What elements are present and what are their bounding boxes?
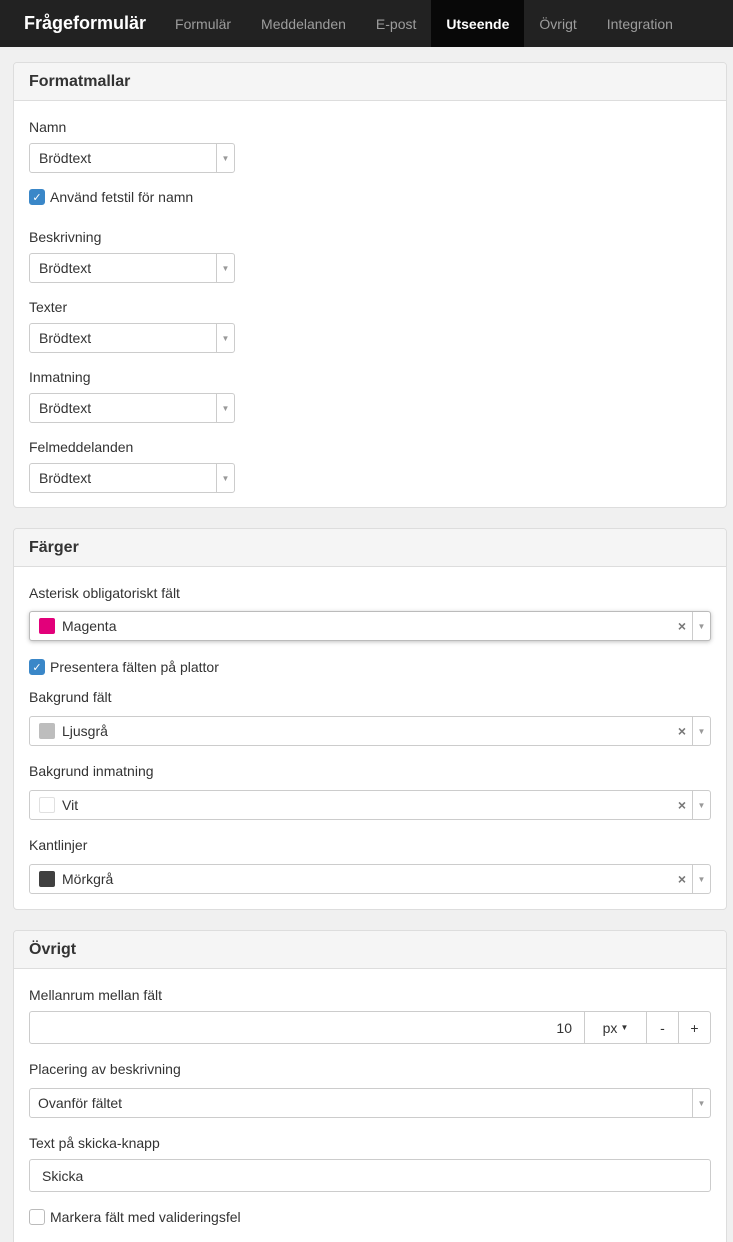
- inmatning-select-value: Brödtext: [39, 400, 92, 416]
- mellanrum-input[interactable]: 10: [29, 1011, 585, 1044]
- tab-meddelanden[interactable]: Meddelanden: [246, 0, 361, 47]
- color-swatch: [39, 723, 55, 739]
- bakgrund-inmatning-value: Vit: [62, 797, 79, 813]
- unit-dropdown[interactable]: px ▼: [585, 1011, 647, 1044]
- brand-title[interactable]: Frågeformulär: [0, 0, 160, 47]
- bold-name-checkbox[interactable]: ✓ Använd fetstil för namn: [29, 189, 193, 205]
- namn-label: Namn: [29, 119, 67, 135]
- checkbox-empty-icon: [29, 1209, 45, 1225]
- beskrivning-select-value: Brödtext: [39, 260, 92, 276]
- namn-select[interactable]: Brödtext ▼: [29, 143, 235, 173]
- beskrivning-label: Beskrivning: [29, 229, 102, 245]
- kantlinjer-select[interactable]: Mörkgrå × ▼: [29, 864, 711, 894]
- panel-farger: Färger Asterisk obligatoriskt fält Magen…: [13, 528, 727, 910]
- felmeddelanden-label: Felmeddelanden: [29, 439, 134, 455]
- bakgrund-falt-select[interactable]: Ljusgrå × ▼: [29, 716, 711, 746]
- namn-select-value: Brödtext: [39, 150, 92, 166]
- tab-epost[interactable]: E-post: [361, 0, 431, 47]
- clear-icon[interactable]: ×: [672, 618, 692, 634]
- asterisk-color-value: Magenta: [62, 618, 117, 634]
- tab-utseende[interactable]: Utseende: [431, 0, 525, 47]
- bakgrund-falt-label: Bakgrund fält: [29, 689, 112, 705]
- kantlinjer-label: Kantlinjer: [29, 837, 88, 853]
- bakgrund-inmatning-select[interactable]: Vit × ▼: [29, 790, 711, 820]
- caret-down-icon: ▼: [620, 1023, 629, 1032]
- panel-formatmallar: Formatmallar Namn Brödtext ▼ ✓ Använd fe…: [13, 62, 727, 508]
- top-navbar: Frågeformulär Formulär Meddelanden E-pos…: [0, 0, 733, 47]
- clear-icon[interactable]: ×: [672, 723, 692, 739]
- beskrivning-select[interactable]: Brödtext ▼: [29, 253, 235, 283]
- chevron-down-icon: ▼: [216, 394, 234, 422]
- chevron-down-icon: ▼: [216, 254, 234, 282]
- tab-integration[interactable]: Integration: [592, 0, 688, 47]
- chevron-down-icon: ▼: [692, 865, 710, 893]
- panel-title: Övrigt: [14, 931, 726, 969]
- inmatning-label: Inmatning: [29, 369, 91, 385]
- texter-label: Texter: [29, 299, 68, 315]
- bakgrund-falt-value: Ljusgrå: [62, 723, 108, 739]
- texter-select-value: Brödtext: [39, 330, 92, 346]
- decrement-button[interactable]: -: [647, 1011, 679, 1044]
- checkmark-icon: ✓: [29, 189, 45, 205]
- chevron-down-icon: ▼: [216, 464, 234, 492]
- placering-value: Ovanför fältet: [38, 1095, 123, 1111]
- plattor-checkbox[interactable]: ✓ Presentera fälten på plattor: [29, 659, 219, 675]
- plattor-label: Presentera fälten på plattor: [50, 659, 219, 675]
- chevron-down-icon: ▼: [692, 612, 710, 640]
- felmeddelanden-select-value: Brödtext: [39, 470, 92, 486]
- chevron-down-icon: ▼: [692, 1089, 710, 1117]
- placering-label: Placering av beskrivning: [29, 1061, 181, 1077]
- inmatning-select[interactable]: Brödtext ▼: [29, 393, 235, 423]
- clear-icon[interactable]: ×: [672, 871, 692, 887]
- panel-ovrigt: Övrigt Mellanrum mellan fält 10 px ▼ - + …: [13, 930, 727, 1242]
- placering-select[interactable]: Ovanför fältet ▼: [29, 1088, 711, 1118]
- increment-button[interactable]: +: [679, 1011, 711, 1044]
- tab-formular[interactable]: Formulär: [160, 0, 246, 47]
- asterisk-color-select[interactable]: Magenta × ▼: [29, 611, 711, 641]
- validering-checkbox[interactable]: Markera fält med valideringsfel: [29, 1209, 241, 1225]
- kantlinjer-value: Mörkgrå: [62, 871, 114, 887]
- validering-label: Markera fält med valideringsfel: [50, 1209, 241, 1225]
- color-swatch: [39, 797, 55, 813]
- skicka-label: Text på skicka-knapp: [29, 1135, 160, 1151]
- chevron-down-icon: ▼: [692, 717, 710, 745]
- chevron-down-icon: ▼: [216, 144, 234, 172]
- tab-ovrigt[interactable]: Övrigt: [524, 0, 591, 47]
- bold-name-label: Använd fetstil för namn: [50, 189, 194, 205]
- panel-title: Formatmallar: [14, 63, 726, 101]
- asterisk-label: Asterisk obligatoriskt fält: [29, 585, 180, 601]
- skicka-input[interactable]: Skicka: [29, 1159, 711, 1192]
- chevron-down-icon: ▼: [692, 791, 710, 819]
- bakgrund-inmatning-label: Bakgrund inmatning: [29, 763, 154, 779]
- texter-select[interactable]: Brödtext ▼: [29, 323, 235, 353]
- panel-title: Färger: [14, 529, 726, 567]
- clear-icon[interactable]: ×: [672, 797, 692, 813]
- checkmark-icon: ✓: [29, 659, 45, 675]
- color-swatch: [39, 618, 55, 634]
- felmeddelanden-select[interactable]: Brödtext ▼: [29, 463, 235, 493]
- unit-value: px: [602, 1019, 618, 1036]
- chevron-down-icon: ▼: [216, 324, 234, 352]
- mellanrum-input-group: 10 px ▼ - +: [29, 1011, 711, 1044]
- mellanrum-label: Mellanrum mellan fält: [29, 987, 163, 1003]
- color-swatch: [39, 871, 55, 887]
